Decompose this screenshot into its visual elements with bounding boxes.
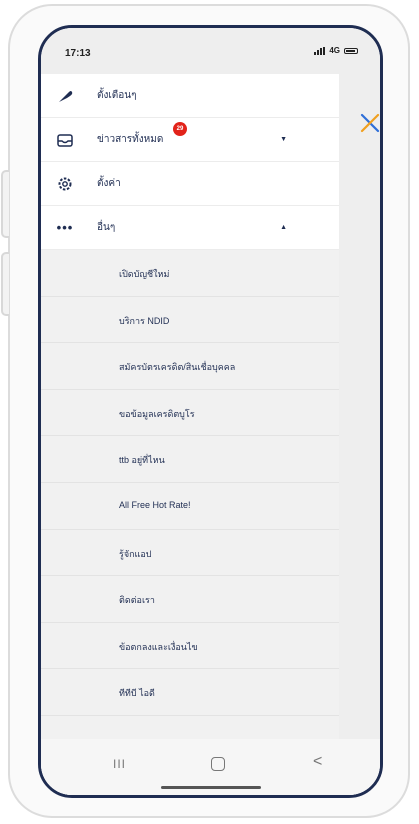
- submenu-item-ttb-id[interactable]: ทีทีบี ไอดี: [41, 669, 339, 716]
- menu-item-notifications[interactable]: ตั้งเตือนๆ: [41, 74, 339, 118]
- app-screen: 17:13 4G ตั้งเตือนๆ ข่าวสารทั้งหมด 29 ▼ …: [41, 28, 380, 795]
- gear-icon: [55, 174, 75, 194]
- battery-icon: [344, 47, 358, 54]
- submenu-item-open-account[interactable]: เปิดบัญชีใหม่: [41, 250, 339, 297]
- menu-item-label: อื่นๆ: [97, 222, 116, 233]
- more-icon: •••: [56, 220, 74, 235]
- menu-item-news[interactable]: ข่าวสารทั้งหมด 29 ▼: [41, 118, 339, 162]
- submenu-item-credit-bureau[interactable]: ขอข้อมูลเครดิตบูโร: [41, 389, 339, 437]
- status-bar: 17:13 4G: [41, 28, 380, 74]
- phone-screen-bezel: 17:13 4G ตั้งเตือนๆ ข่าวสารทั้งหมด 29 ▼ …: [38, 25, 383, 798]
- menu-item-more[interactable]: ••• อื่นๆ ▲: [41, 206, 339, 250]
- menu-item-label: ข่าวสารทั้งหมด: [97, 134, 164, 145]
- status-indicators: 4G: [314, 46, 358, 55]
- menu-item-settings[interactable]: ตั้งค่า: [41, 162, 339, 206]
- back-icon[interactable]: <: [313, 753, 322, 771]
- home-indicator: [161, 786, 261, 789]
- chevron-down-icon[interactable]: ▼: [280, 136, 287, 143]
- submenu-item-ndid[interactable]: บริการ NDID: [41, 296, 339, 344]
- status-time: 17:13: [65, 48, 91, 59]
- submenu-item-branch-locator[interactable]: ttb อยู่ที่ไหน: [41, 436, 339, 483]
- submenu-item-terms[interactable]: ข้อตกลงและเงื่อนไข: [41, 622, 339, 670]
- submenu-item-about-app[interactable]: รู้จักแอป: [41, 529, 339, 577]
- system-nav-bar: III <: [41, 739, 380, 795]
- submenu-item-contact-us[interactable]: ติดต่อเรา: [41, 576, 339, 623]
- menu-item-label: ตั้งเตือนๆ: [97, 90, 137, 101]
- chevron-up-icon[interactable]: ▲: [280, 224, 287, 231]
- volume-down-button: [1, 252, 9, 316]
- close-icon[interactable]: [359, 112, 380, 134]
- inbox-icon: [55, 130, 75, 150]
- menu-item-label: ตั้งค่า: [97, 178, 121, 189]
- submenu-item-hot-rate[interactable]: All Free Hot Rate!: [41, 482, 339, 530]
- recent-apps-icon[interactable]: III: [113, 757, 126, 771]
- network-type: 4G: [329, 46, 340, 55]
- more-submenu: เปิดบัญชีใหม่ บริการ NDID สมัครบัตรเครดิ…: [41, 250, 339, 716]
- side-menu: ตั้งเตือนๆ ข่าวสารทั้งหมด 29 ▼ ตั้งค่า •…: [41, 74, 339, 795]
- home-icon[interactable]: [211, 757, 225, 771]
- volume-up-button: [1, 170, 9, 238]
- notification-badge: 29: [173, 122, 187, 136]
- signal-icon: [314, 46, 326, 55]
- submenu-item-apply-credit[interactable]: สมัครบัตรเครดิต/สินเชื่อบุคคล: [41, 343, 339, 390]
- tool-icon: [55, 86, 75, 106]
